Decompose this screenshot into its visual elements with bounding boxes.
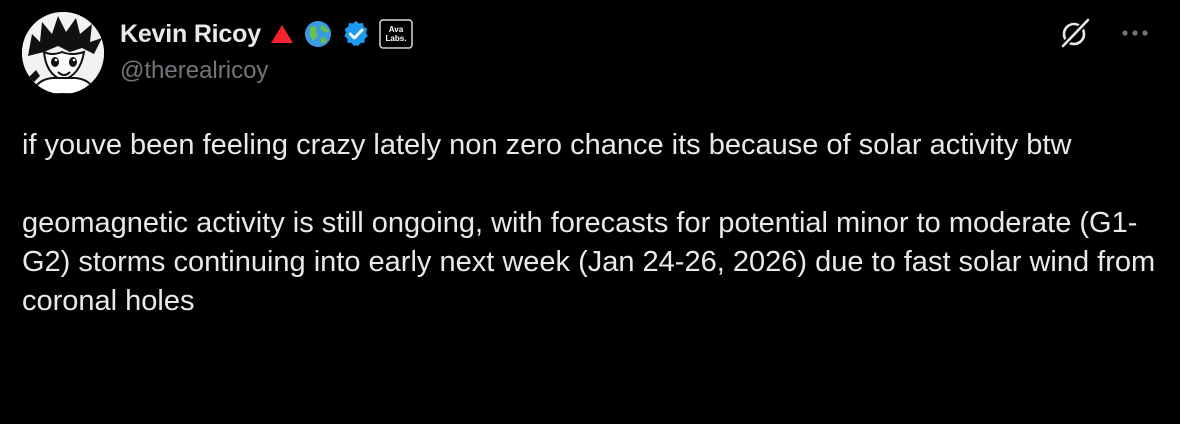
affiliate-badge-icon[interactable]: Ava Labs.	[379, 19, 413, 49]
svg-text:Ava: Ava	[389, 25, 404, 34]
grok-icon[interactable]	[1058, 16, 1092, 50]
post-text: if youve been feeling crazy lately non z…	[22, 126, 1162, 321]
red-triangle-icon	[269, 23, 295, 45]
post-card: Kevin Ricoy Ava Labs. @therealricoy if y…	[0, 0, 1180, 424]
post-paragraph: if youve been feeling crazy lately non z…	[22, 129, 1072, 161]
more-options-icon[interactable]	[1120, 28, 1150, 38]
globe-icon	[303, 19, 333, 49]
author-name-row: Kevin Ricoy Ava Labs.	[120, 17, 413, 51]
post-paragraph: geomagnetic activity is still ongoing, w…	[22, 207, 1156, 317]
author-display-name[interactable]: Kevin Ricoy	[120, 20, 261, 49]
author-handle[interactable]: @therealricoy	[120, 57, 268, 85]
verified-badge-icon[interactable]	[341, 19, 371, 49]
svg-text:Labs.: Labs.	[385, 34, 406, 43]
anime-character-avatar-icon	[22, 12, 104, 94]
avatar[interactable]	[22, 12, 104, 94]
post-top-actions	[1058, 16, 1150, 50]
